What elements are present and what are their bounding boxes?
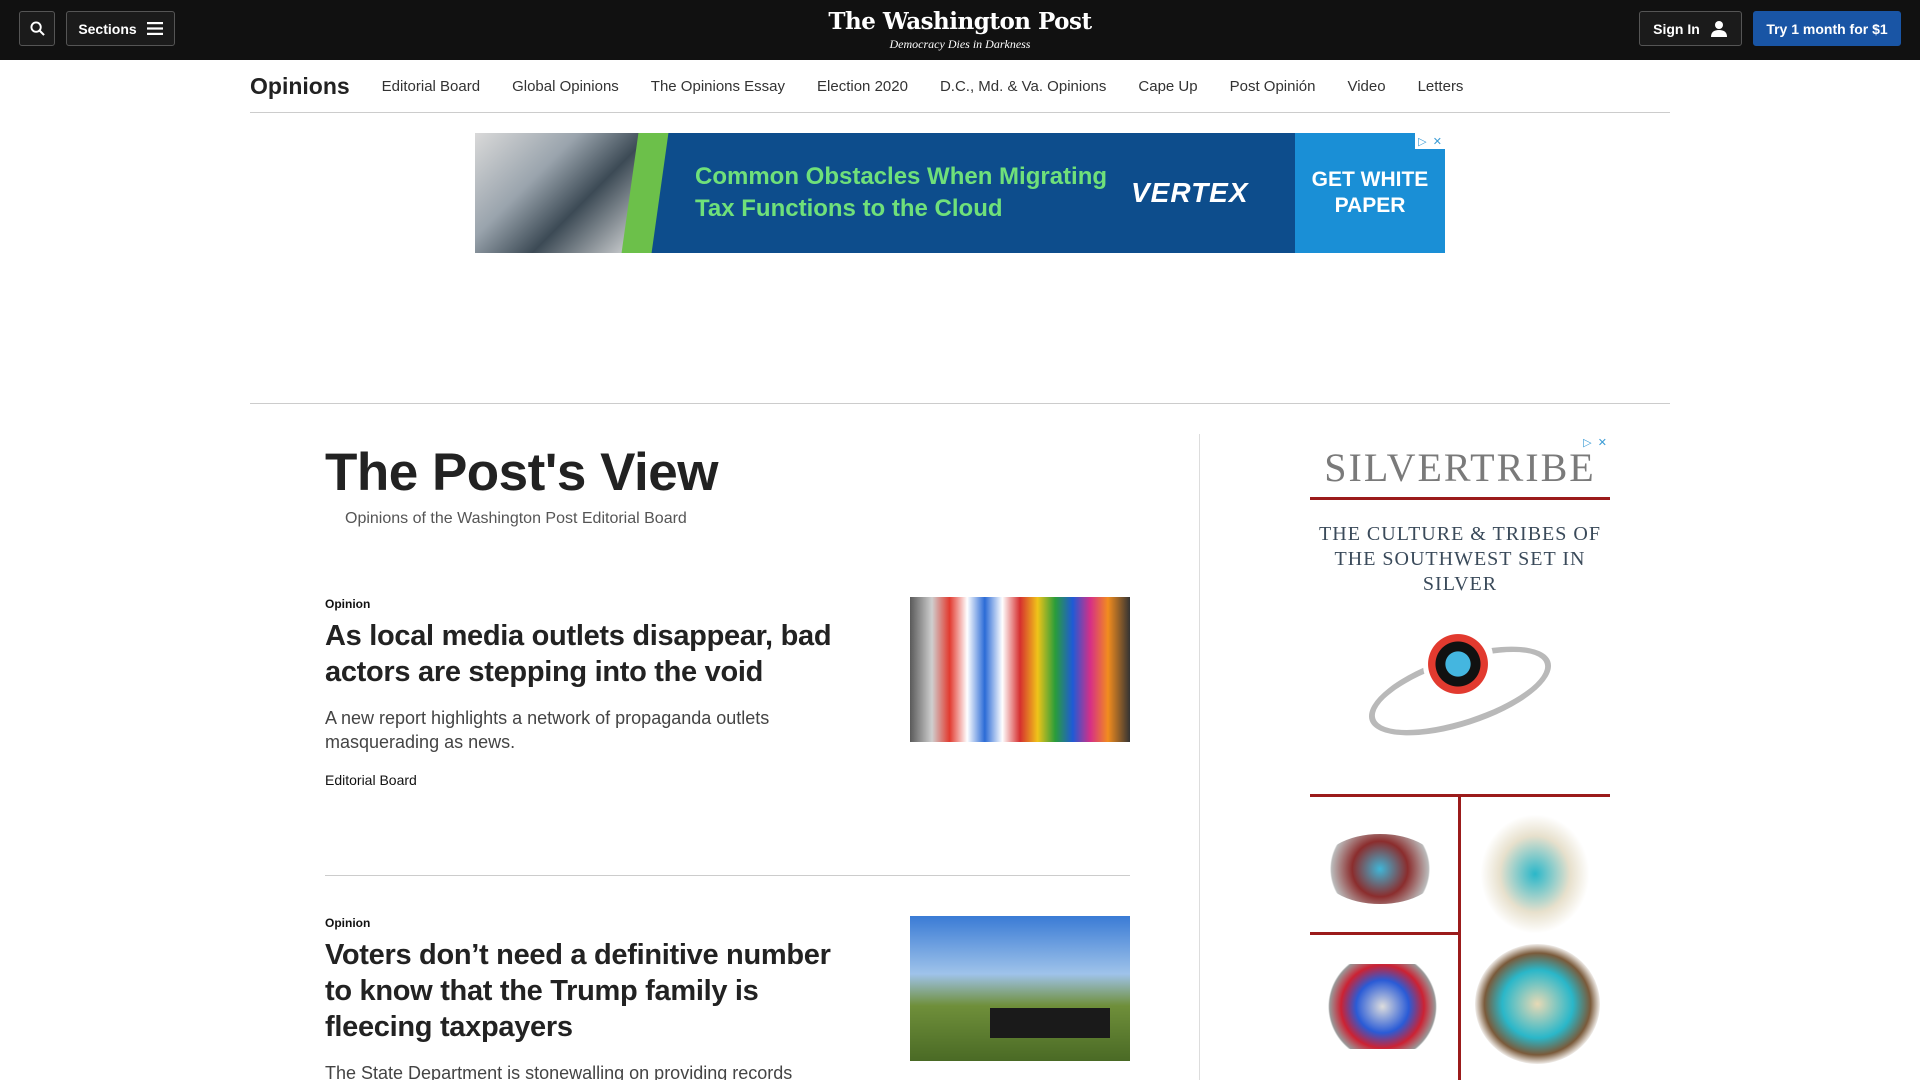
side-ad-choices[interactable]: ▷ ✕ <box>1580 434 1610 450</box>
side-ad-rule <box>1310 497 1610 500</box>
bracelet-image <box>1345 611 1575 761</box>
subscribe-trial-button[interactable]: Try 1 month for $1 <box>1753 11 1901 46</box>
ad-info-icon[interactable]: ▷ <box>1418 135 1426 148</box>
article-blurb: A new report highlights a network of pro… <box>325 708 770 752</box>
collage-divider <box>1458 794 1461 1080</box>
subnav-item-video[interactable]: Video <box>1347 78 1385 95</box>
jewelry-earrings-image <box>1480 814 1590 934</box>
menu-icon <box>146 22 163 35</box>
subnav-item-editorial-board[interactable]: Editorial Board <box>382 78 480 95</box>
sidebar-ad[interactable]: SILVERTRIBE THE CULTURE & TRIBES OF THE … <box>1310 434 1610 1080</box>
jewelry-pendant-image <box>1475 944 1600 1064</box>
article-card: Opinion Voters don’t need a definitive n… <box>325 916 1130 1080</box>
article-divider <box>325 875 1130 876</box>
side-ad-brand: SILVERTRIBE <box>1324 445 1596 490</box>
ad-headline: Common Obstacles When Migrating Tax Func… <box>695 163 1108 222</box>
search-button[interactable] <box>19 11 55 46</box>
subnav-title[interactable]: Opinions <box>250 73 350 100</box>
opinions-subnav: Opinions Editorial Board Global Opinions… <box>250 60 1670 113</box>
search-icon <box>29 21 45 36</box>
top-navigation-bar: Sections The Washington Post Democracy D… <box>0 0 1920 60</box>
ad-brand: VERTEX <box>1131 177 1249 208</box>
page-subtitle: Opinions of the Washington Post Editoria… <box>345 510 687 527</box>
ad-close-icon[interactable]: ✕ <box>1598 436 1607 449</box>
site-logo[interactable]: The Washington Post Democracy Dies in Da… <box>760 8 1160 52</box>
user-icon <box>1710 20 1727 37</box>
jewelry-ring-image <box>1320 834 1440 904</box>
subnav-item-dc-md-va[interactable]: D.C., Md. & Va. Opinions <box>940 78 1106 95</box>
bracelet-inlay <box>1423 629 1493 699</box>
thumbnail-sign <box>990 1008 1110 1038</box>
subnav-item-opinions-essay[interactable]: The Opinions Essay <box>651 78 785 95</box>
subnav-item-post-opinion[interactable]: Post Opinión <box>1230 78 1316 95</box>
sections-menu-button[interactable]: Sections <box>66 11 175 46</box>
sign-in-button[interactable]: Sign In <box>1639 11 1742 46</box>
jewelry-watch-image <box>1320 964 1445 1049</box>
logo-title: The Washington Post <box>828 8 1092 35</box>
page-title: The Post's View <box>325 443 718 502</box>
side-ad-tagline: THE CULTURE & TRIBES OF THE SOUTHWEST SE… <box>1319 523 1601 595</box>
subnav-item-global-opinions[interactable]: Global Opinions <box>512 78 619 95</box>
collage-divider <box>1310 932 1458 935</box>
article-byline[interactable]: Editorial Board <box>325 772 1130 788</box>
article-blurb: The State Department is stonewalling on … <box>325 1063 793 1080</box>
subnav-item-election-2020[interactable]: Election 2020 <box>817 78 908 95</box>
sign-in-label: Sign In <box>1653 20 1700 37</box>
top-banner-ad[interactable]: Common Obstacles When Migrating Tax Func… <box>475 133 1445 253</box>
ad-cta-button[interactable]: GET WHITE PAPER <box>1295 133 1445 253</box>
section-divider <box>250 403 1670 404</box>
subnav-item-letters[interactable]: Letters <box>1418 78 1464 95</box>
sections-label: Sections <box>78 20 137 37</box>
article-headline[interactable]: Voters don’t need a definitive number to… <box>325 937 845 1045</box>
logo-tagline: Democracy Dies in Darkness <box>889 37 1031 51</box>
article-thumbnail[interactable] <box>910 916 1130 1061</box>
article-card: Opinion As local media outlets disappear… <box>325 597 1130 788</box>
ad-close-icon[interactable]: ✕ <box>1433 135 1442 148</box>
article-thumbnail[interactable] <box>910 597 1130 742</box>
ad-choices[interactable]: ▷ ✕ <box>1415 133 1445 149</box>
column-divider <box>1199 434 1200 1080</box>
jewelry-collage <box>1310 794 1610 1080</box>
subnav-item-cape-up[interactable]: Cape Up <box>1138 78 1197 95</box>
ad-info-icon[interactable]: ▷ <box>1583 436 1591 449</box>
article-headline[interactable]: As local media outlets disappear, bad ac… <box>325 618 845 690</box>
